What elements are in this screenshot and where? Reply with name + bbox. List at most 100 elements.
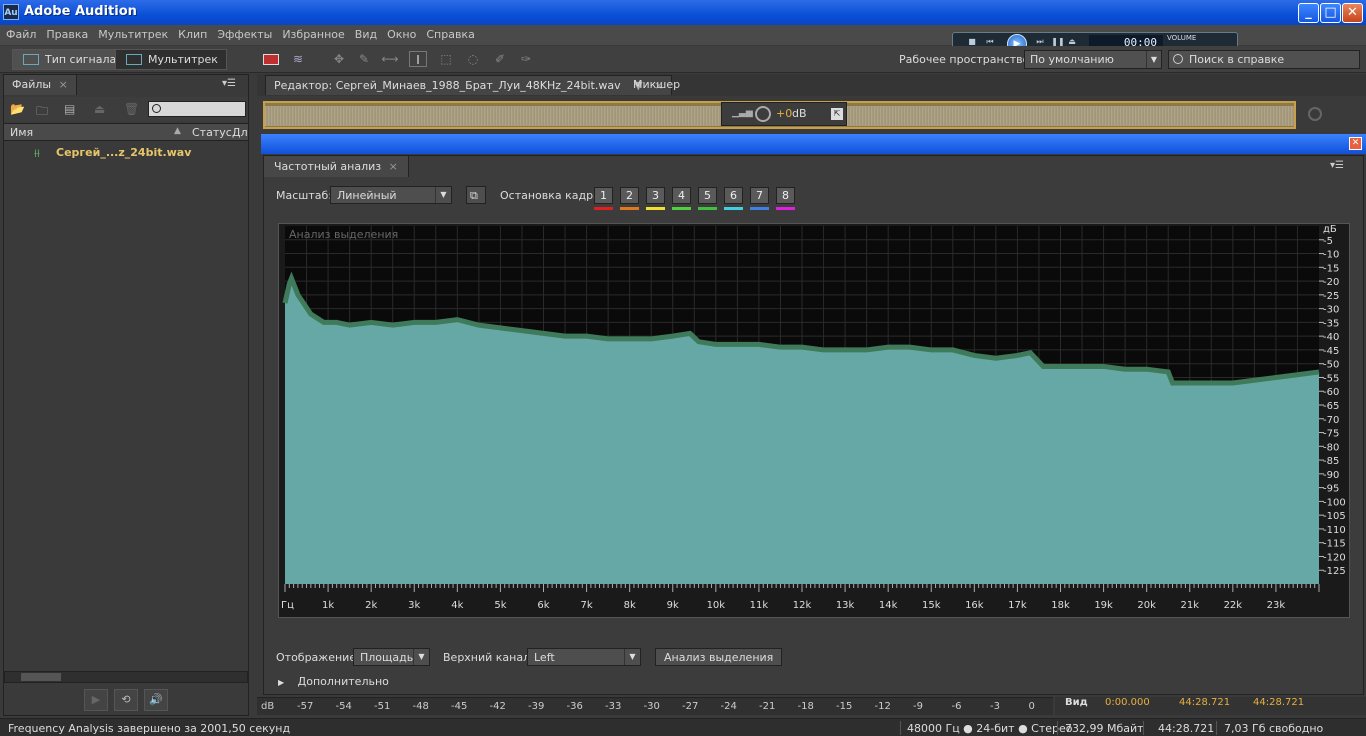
zoom-icon[interactable]: [1308, 107, 1322, 121]
brush-tool-icon[interactable]: ✐: [491, 51, 509, 67]
menu-item[interactable]: Клип: [172, 25, 211, 41]
files-search-input[interactable]: [148, 101, 246, 117]
tab-editor[interactable]: Редактор: Сергей_Минаев_1988_Брат_Луи_48…: [265, 75, 673, 95]
gain-knob[interactable]: [755, 106, 771, 122]
files-horizontal-scrollbar[interactable]: [4, 671, 248, 683]
meter-tick-label: -30: [643, 701, 660, 712]
autoplay-speaker-button[interactable]: 🔊: [144, 689, 168, 711]
x-tick-label: 16k: [965, 600, 984, 611]
hold-frame-button[interactable]: 8: [776, 187, 795, 204]
selection-start[interactable]: 0:00.000: [1105, 697, 1150, 708]
hold-frame-color: [594, 207, 613, 210]
status-format: 48000 Гц ● 24-бит ● Стерео: [907, 722, 1073, 735]
hold-frame-button[interactable]: 7: [750, 187, 769, 204]
menu-item[interactable]: Эффекты: [211, 25, 276, 41]
file-name: Сергей_...z_24bit.wav: [56, 146, 192, 159]
y-tick-label: -60: [1323, 387, 1339, 398]
x-tick-label: 7k: [581, 600, 593, 611]
close-icon[interactable]: ✕: [1349, 137, 1362, 150]
selection-end[interactable]: 44:28.721: [1179, 697, 1230, 708]
menu-item[interactable]: Вид: [349, 25, 381, 41]
analyze-selection-button[interactable]: Анализ выделения: [655, 648, 783, 666]
y-tick-label: -115: [1323, 539, 1346, 550]
pin-icon[interactable]: ⇱: [831, 108, 843, 120]
y-tick-label: -75: [1323, 429, 1339, 440]
selection-duration[interactable]: 44:28.721: [1253, 697, 1304, 708]
hold-frame-color: [750, 207, 769, 210]
menu-item[interactable]: Справка: [420, 25, 478, 41]
play-file-button[interactable]: ▶: [84, 689, 108, 711]
new-file-icon[interactable]: ▤: [64, 102, 80, 116]
chart-caption: Анализ выделения: [289, 228, 398, 241]
minimize-button[interactable]: _: [1298, 3, 1319, 23]
marquee-tool-icon[interactable]: ⬚: [437, 51, 455, 67]
close-icon[interactable]: ×: [59, 78, 68, 91]
meter-tick-label: -27: [682, 701, 699, 712]
column-name[interactable]: Имя: [10, 126, 33, 139]
maximize-button[interactable]: □: [1320, 3, 1341, 23]
channel-select[interactable]: Left ▼: [527, 648, 641, 666]
slip-tool-icon[interactable]: ⟷: [381, 51, 399, 67]
close-icon[interactable]: ×: [389, 160, 398, 173]
meter-tick-label: -57: [297, 701, 314, 712]
open-folder-icon[interactable]: 📂: [10, 102, 26, 116]
y-tick-label: -25: [1323, 291, 1339, 302]
tab-editor-label: Редактор: Сергей_Минаев_1988_Брат_Луи_48…: [274, 79, 621, 92]
chevron-down-icon: ▼: [413, 649, 429, 665]
razor-tool-icon[interactable]: ✎: [355, 51, 373, 67]
y-tick-label: -125: [1323, 566, 1346, 577]
display-select[interactable]: Площадь ▼: [353, 648, 430, 666]
waveform-view-icon[interactable]: [263, 54, 279, 65]
copy-icon[interactable]: ⧉: [466, 186, 486, 204]
hold-frame-button[interactable]: 4: [672, 187, 691, 204]
healing-tool-icon[interactable]: ✑: [517, 51, 535, 67]
workspace-select[interactable]: По умолчанию ▼: [1024, 50, 1162, 69]
multitrack-mode-button[interactable]: Мультитрек: [115, 49, 227, 70]
floating-window-titlebar[interactable]: ✕: [261, 134, 1366, 154]
import-icon[interactable]: 🗀: [36, 102, 52, 118]
status-size: 732,99 Мбайт: [1065, 722, 1144, 735]
panel-menu-icon[interactable]: ▾☰: [222, 78, 236, 89]
tab-frequency-analysis[interactable]: Частотный анализ ×: [264, 156, 409, 177]
menu-item[interactable]: Окно: [381, 25, 420, 41]
column-status[interactable]: Статус: [192, 126, 232, 139]
app-logo-icon: Au: [3, 4, 19, 20]
help-search-input[interactable]: Поиск в справке: [1168, 50, 1360, 69]
hold-frame-button[interactable]: 2: [620, 187, 639, 204]
x-tick-label: 15k: [922, 600, 941, 611]
y-tick-label: -105: [1323, 511, 1346, 522]
meter-tick-label: -18: [797, 701, 814, 712]
close-button[interactable]: ✕: [1342, 3, 1363, 23]
y-tick-label: -110: [1323, 525, 1346, 536]
menu-item[interactable]: Файл: [0, 25, 40, 41]
hold-frame-button[interactable]: 5: [698, 187, 717, 204]
waveform-mode-button[interactable]: Тип сигнала: [12, 49, 126, 70]
tab-mixer[interactable]: Микшер: [625, 75, 688, 95]
time-selection-tool-icon[interactable]: I: [409, 51, 427, 67]
hold-frame-button[interactable]: 3: [646, 187, 665, 204]
advanced-expander[interactable]: ▶ Дополнительно: [278, 675, 389, 688]
scrollbar-thumb[interactable]: [21, 673, 61, 681]
scale-select[interactable]: Линейный ▼: [330, 186, 452, 204]
lasso-tool-icon[interactable]: ◌: [464, 51, 482, 67]
display-value: Площадь: [360, 651, 414, 664]
freq-tab-label: Частотный анализ: [274, 160, 382, 173]
files-tab[interactable]: Файлы ×: [4, 75, 77, 95]
menu-item[interactable]: Мультитрек: [92, 25, 172, 41]
loop-button[interactable]: ⟲: [114, 689, 138, 711]
menu-item[interactable]: Избранное: [276, 25, 348, 41]
hold-frame-button[interactable]: 1: [594, 187, 613, 204]
column-duration[interactable]: Дл: [232, 126, 248, 139]
spectral-view-icon[interactable]: ≋: [289, 51, 307, 67]
hold-frame-button[interactable]: 6: [724, 187, 743, 204]
panel-menu-icon[interactable]: ▾☰: [1330, 160, 1344, 171]
hold-frame-color: [620, 207, 639, 210]
y-tick-label: -30: [1323, 305, 1339, 316]
y-tick-label: -45: [1323, 346, 1339, 357]
x-tick-label: 14k: [879, 600, 898, 611]
x-tick-label: 12k: [793, 600, 812, 611]
menu-item[interactable]: Правка: [40, 25, 92, 41]
y-tick-label: -15: [1323, 263, 1339, 274]
move-tool-icon[interactable]: ✥: [330, 51, 348, 67]
list-item[interactable]: ⟊⟊ Сергей_...z_24bit.wav: [4, 145, 248, 161]
